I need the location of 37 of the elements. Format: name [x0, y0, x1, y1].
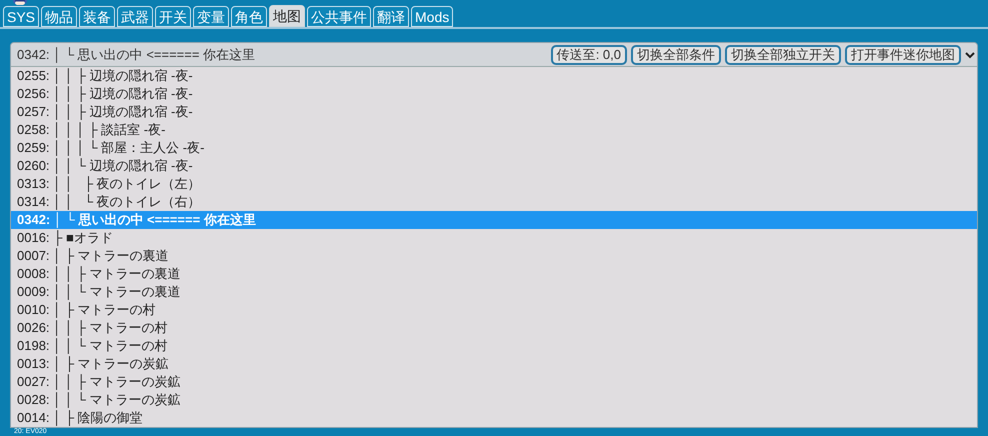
map-list-item[interactable]: 0013: │ ├ マトラーの炭鉱 [11, 355, 977, 373]
tab[interactable]: 地图 [269, 5, 306, 27]
tab[interactable]: 公共事件 [307, 6, 372, 27]
map-list-item[interactable]: 0008: │ │ ├ マトラーの裏道 [11, 265, 977, 283]
action-button[interactable]: 切换全部独立开关 [725, 44, 841, 64]
map-list-item[interactable]: 0027: │ │ ├ マトラーの炭鉱 [11, 373, 977, 391]
tab[interactable]: SYS [3, 6, 40, 27]
chevron-down-icon[interactable] [965, 50, 975, 58]
map-select[interactable]: 0342: │ └ 思い出の中 <====== 你在这里 传送至: 0,0 切换全部条件 切换全部独立开关 打开事件迷你地图 [11, 43, 977, 67]
action-button[interactable]: 传送至: 0,0 [550, 44, 627, 64]
tab[interactable]: 开关 [155, 6, 192, 27]
tab[interactable]: 武器 [117, 6, 154, 27]
tab[interactable]: Mods [411, 6, 454, 27]
map-list-item[interactable]: 0010: │ ├ マトラーの村 [11, 301, 977, 319]
map-list-item[interactable]: 0198: │ │ └ マトラーの村 [11, 337, 977, 355]
map-list-item[interactable]: 0009: │ │ └ マトラーの裏道 [11, 283, 977, 301]
tab[interactable]: 翻译 [373, 6, 410, 27]
map-list-item[interactable]: 0313: │ │ ├ 夜のトイレ（左） [11, 175, 977, 193]
map-list-item[interactable]: 0026: │ │ ├ マトラーの村 [11, 319, 977, 337]
map-list-item[interactable]: 0260: │ │ └ 辺境の隠れ宿 -夜- [11, 157, 977, 175]
action-button[interactable]: 打开事件迷你地图 [845, 44, 961, 64]
map-list-item[interactable]: 0259: │ │ │ └ 部屋：主人公 -夜- [11, 139, 977, 157]
map-list-item[interactable]: 0016: ├ ■オラド [11, 229, 977, 247]
map-list-item[interactable]: 0258: │ │ │ ├ 談話室 -夜- [11, 121, 977, 139]
tab[interactable]: 物品 [41, 6, 78, 27]
map-list-item[interactable]: 0007: │ ├ マトラーの裏道 [11, 247, 977, 265]
selected-map-text: 0342: │ └ 思い出の中 <====== 你在这里 [17, 46, 256, 64]
tab[interactable]: 变量 [193, 6, 230, 27]
map-list-item[interactable]: 0257: │ │ ├ 辺境の隠れ宿 -夜- [11, 103, 977, 121]
action-button[interactable]: 切换全部条件 [631, 44, 721, 64]
map-list-item[interactable]: 0028: │ │ └ マトラーの炭鉱 [11, 391, 977, 409]
tab[interactable]: 角色 [231, 6, 268, 27]
map-list-item[interactable]: 0256: │ │ ├ 辺境の隠れ宿 -夜- [11, 85, 977, 103]
map-list-item[interactable]: 0314: │ │ └ 夜のトイレ（右） [11, 193, 977, 211]
tab[interactable]: 装备 [79, 6, 116, 27]
map-list-item[interactable]: 0014: │ ├ 陰陽の御堂 [11, 409, 977, 427]
map-list-item[interactable]: 0255: │ │ ├ 辺境の隠れ宿 -夜- [11, 67, 977, 85]
